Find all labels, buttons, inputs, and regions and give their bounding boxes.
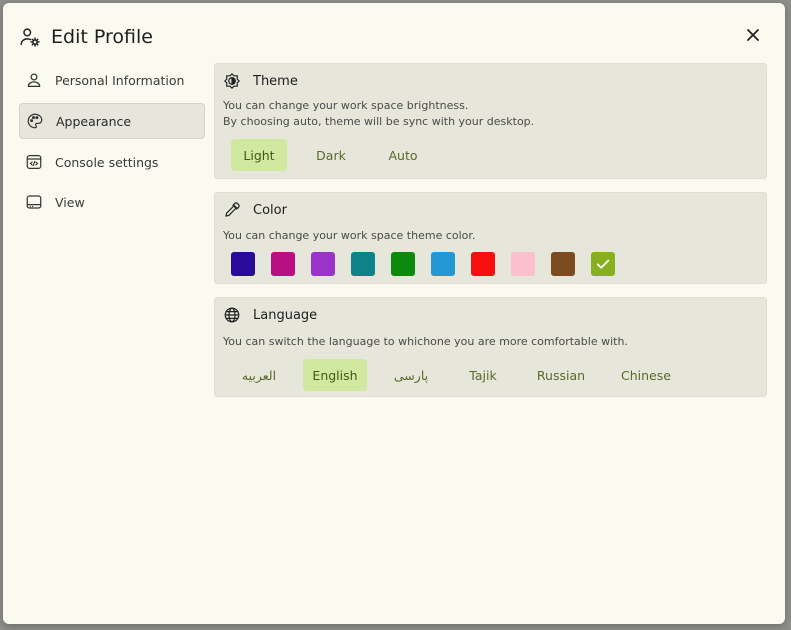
globe-icon [224, 307, 240, 323]
theme-option-light[interactable]: Light [231, 139, 287, 171]
edit-profile-dialog: Edit Profile Personal Information Appear… [3, 3, 785, 624]
language-option-english[interactable]: English [303, 359, 367, 391]
sidebar-item-label: Personal Information [55, 72, 185, 88]
dialog-header: Edit Profile [19, 23, 153, 51]
color-swatch-pink[interactable] [511, 252, 535, 276]
color-title: Color [253, 202, 287, 218]
color-swatch-indigo[interactable] [231, 252, 255, 276]
dialog-title: Edit Profile [51, 26, 153, 48]
code-window-icon [26, 155, 42, 169]
sidebar-item-view[interactable]: View [19, 185, 205, 219]
palette-icon [27, 113, 43, 129]
language-section: Language You can switch the language to … [214, 297, 767, 397]
close-icon[interactable] [743, 25, 763, 45]
sidebar-item-label: Appearance [56, 113, 132, 129]
color-section: Color You can change your work space the… [214, 192, 767, 284]
color-swatch-purple[interactable] [311, 252, 335, 276]
language-option-tajik[interactable]: Tajik [455, 359, 511, 391]
language-option-arabic[interactable]: العربيه [231, 359, 287, 391]
color-swatch-green[interactable] [391, 252, 415, 276]
language-section-header: Language [223, 306, 317, 324]
sidebar-item-label: Console settings [55, 154, 159, 170]
sidebar-item-label: View [55, 194, 85, 210]
theme-section-header: Theme [223, 72, 298, 90]
theme-option-auto[interactable]: Auto [375, 139, 431, 171]
user-gear-icon [20, 28, 40, 47]
sidebar-item-console-settings[interactable]: Console settings [19, 145, 205, 179]
color-swatch-lime[interactable] [591, 252, 615, 276]
language-option-chinese[interactable]: Chinese [611, 359, 681, 391]
settings-sidebar: Personal Information Appearance Console … [19, 63, 205, 225]
theme-section: Theme You can change your work space bri… [214, 63, 767, 179]
color-swatch-teal[interactable] [351, 252, 375, 276]
color-swatch-brown[interactable] [551, 252, 575, 276]
language-title: Language [253, 307, 318, 323]
brightness-icon [224, 73, 240, 89]
layout-icon [26, 195, 42, 209]
person-icon [27, 73, 41, 88]
check-icon [596, 259, 610, 269]
sidebar-item-personal-information[interactable]: Personal Information [19, 63, 205, 97]
theme-description-line: You can change your work space brightnes… [223, 99, 469, 112]
color-swatch-red[interactable] [471, 252, 495, 276]
color-section-header: Color [223, 201, 287, 219]
theme-option-dark[interactable]: Dark [303, 139, 359, 171]
theme-description: You can change your work space brightnes… [223, 98, 534, 130]
color-swatch-sky-blue[interactable] [431, 252, 455, 276]
language-option-russian[interactable]: Russian [527, 359, 595, 391]
theme-description-line: By choosing auto, theme will be sync wit… [223, 115, 535, 128]
eyedropper-icon [225, 202, 240, 217]
theme-title: Theme [253, 73, 298, 89]
sidebar-item-appearance[interactable]: Appearance [19, 103, 205, 139]
language-option-persian[interactable]: پارسی [383, 359, 439, 391]
language-description: You can switch the language to whichone … [223, 335, 628, 348]
color-description: You can change your work space theme col… [223, 229, 476, 242]
color-swatch-magenta[interactable] [271, 252, 295, 276]
